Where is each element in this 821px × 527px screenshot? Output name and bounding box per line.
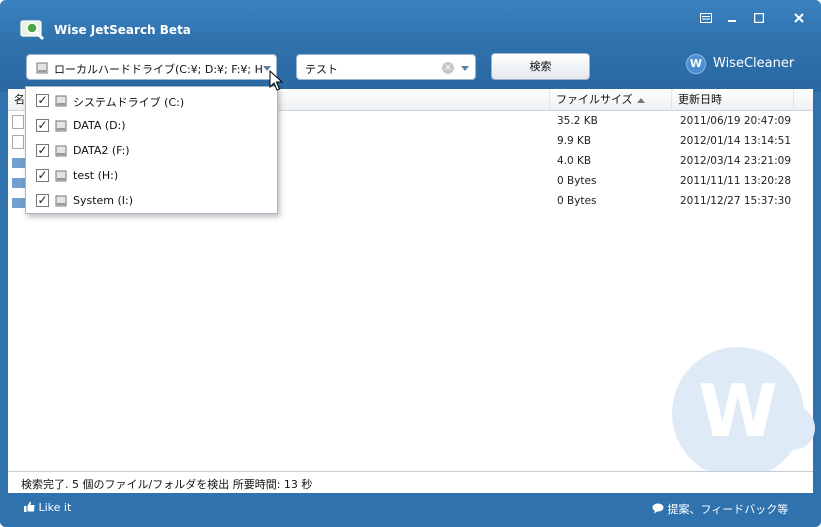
history-chevron-icon[interactable] <box>461 66 469 71</box>
row-date: 2011/12/27 15:37:30 <box>680 195 792 207</box>
feedback-link[interactable]: 提案、フィードバック等 <box>652 501 788 517</box>
like-it-label: Like it <box>38 501 72 514</box>
file-icon <box>12 135 24 149</box>
feedback-label: 提案、フィードバック等 <box>667 503 789 516</box>
clear-icon[interactable]: × <box>442 62 454 74</box>
wisecleaner-logo-icon: W <box>686 54 706 74</box>
hard-drive-icon <box>55 195 67 207</box>
row-size: 9.9 KB <box>557 135 592 147</box>
mouse-cursor-icon <box>269 70 283 91</box>
column-name-label: 名 <box>14 93 25 106</box>
title-bar: Wise JetSearch Beta ローカルハードドライブ(C:¥; D:¥… <box>0 0 821 92</box>
drive-dropdown: ✓ システムドライブ (C:) ✓ DATA (D:) ✓ DATA2 (F:) ✓ test… <box>25 86 278 214</box>
hard-drive-icon <box>55 145 67 157</box>
like-it-link[interactable]: Like it <box>24 501 71 514</box>
row-size: 35.2 KB <box>557 115 598 127</box>
column-modified-label: 更新日時 <box>678 93 722 106</box>
hard-drive-icon <box>55 170 67 182</box>
drive-option-label: DATA2 (F:) <box>73 144 130 157</box>
column-modified[interactable]: 更新日時 <box>671 89 793 111</box>
column-filler <box>793 89 813 111</box>
drive-checkbox[interactable]: ✓ <box>36 169 49 182</box>
column-size[interactable]: ファイルサイズ <box>549 89 671 111</box>
column-size-label: ファイルサイズ <box>556 93 633 106</box>
row-size: 4.0 KB <box>557 155 592 167</box>
hard-drive-icon <box>36 62 48 74</box>
drive-option[interactable]: ✓ DATA2 (F:) <box>26 138 277 163</box>
close-icon[interactable] <box>786 9 812 27</box>
folder-icon <box>12 198 26 208</box>
app-logo-icon <box>20 20 45 41</box>
status-bar: 検索完了. 5 個のファイル/フォルダを検出 所要時間: 13 秒 <box>8 471 813 493</box>
hard-drive-icon <box>55 120 67 132</box>
drive-checkbox[interactable]: ✓ <box>36 94 49 107</box>
drive-option[interactable]: ✓ System (I:) <box>26 188 277 213</box>
drive-option[interactable]: ✓ test (H:) <box>26 163 277 188</box>
drive-option-label: システムドライブ (C:) <box>73 96 185 109</box>
drive-option[interactable]: ✓ DATA (D:) <box>26 113 277 138</box>
drive-checkbox[interactable]: ✓ <box>36 194 49 207</box>
row-date: 2012/01/14 13:14:51 <box>680 135 792 147</box>
row-size: 0 Bytes <box>557 175 597 187</box>
folder-icon <box>12 178 26 188</box>
sort-ascending-icon <box>636 97 645 103</box>
hard-drive-icon <box>55 95 67 107</box>
menu-icon[interactable] <box>693 9 719 27</box>
drive-checkbox[interactable]: ✓ <box>36 119 49 132</box>
drive-option[interactable]: ✓ システムドライブ (C:) <box>26 88 277 113</box>
row-date: 2012/03/14 23:21:09 <box>680 155 792 167</box>
drive-select-value: ローカルハードドライブ(C:¥; D:¥; F:¥; H:¥; I... <box>54 63 262 76</box>
row-date: 2011/06/19 20:47:09 <box>680 115 792 127</box>
row-date: 2011/11/11 13:20:28 <box>680 175 792 187</box>
search-input-value: テスト <box>305 63 338 76</box>
row-size: 0 Bytes <box>557 195 597 207</box>
search-input[interactable]: テスト × <box>296 54 476 80</box>
speech-bubble-icon <box>652 503 664 514</box>
drive-option-label: test (H:) <box>73 169 119 182</box>
drive-option-label: DATA (D:) <box>73 119 126 132</box>
folder-icon <box>12 158 26 168</box>
drive-option-label: System (I:) <box>73 194 134 207</box>
minimize-icon[interactable] <box>719 9 745 27</box>
app-window: Wise JetSearch Beta ローカルハードドライブ(C:¥; D:¥… <box>0 0 821 527</box>
brand-name: WiseCleaner <box>713 56 795 71</box>
drive-select[interactable]: ローカルハードドライブ(C:¥; D:¥; F:¥; H:¥; I... <box>26 54 277 80</box>
watermark-bubble <box>771 406 815 450</box>
maximize-icon[interactable] <box>746 9 772 27</box>
window-title: Wise JetSearch Beta <box>54 23 191 37</box>
thumbs-up-icon <box>24 501 35 512</box>
footer-bar: Like it 提案、フィードバック等 <box>0 493 821 527</box>
search-button[interactable]: 検索 <box>491 53 590 80</box>
drive-checkbox[interactable]: ✓ <box>36 144 49 157</box>
file-icon <box>12 115 24 129</box>
status-text: 検索完了. 5 個のファイル/フォルダを検出 所要時間: 13 秒 <box>21 478 313 491</box>
